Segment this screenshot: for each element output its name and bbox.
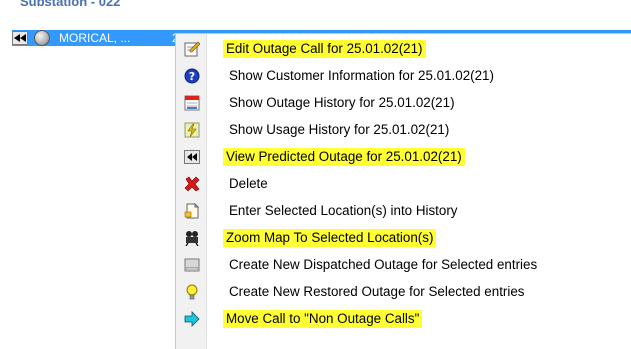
menu-item-label: Show Outage History for 25.01.02(21) bbox=[229, 95, 455, 110]
menu-item-edit-outage-call[interactable]: Edit Outage Call for 25.01.02(21) bbox=[176, 37, 631, 61]
menu-item-show-outage-history[interactable]: Show Outage History for 25.01.02(21) bbox=[176, 91, 631, 115]
menu-item-label: Show Usage History for 25.01.02(21) bbox=[229, 122, 450, 137]
menu-item-label: Edit Outage Call for 25.01.02(21) bbox=[223, 40, 426, 58]
rewind-icon[interactable] bbox=[12, 31, 28, 45]
menu-item-create-dispatched-outage[interactable]: Create New Dispatched Outage for Selecte… bbox=[176, 253, 631, 277]
menu-item-label: Create New Restored Outage for Selected … bbox=[229, 284, 525, 299]
context-menu: Edit Outage Call for 25.01.02(21) ? Show… bbox=[175, 33, 631, 349]
delete-x-icon bbox=[184, 176, 200, 192]
menu-item-create-restored-outage[interactable]: Create New Restored Outage for Selected … bbox=[176, 280, 631, 304]
menu-item-delete[interactable]: Delete bbox=[176, 172, 631, 196]
arrow-right-icon bbox=[184, 311, 200, 327]
menu-item-zoom-map[interactable]: Zoom Map To Selected Location(s) bbox=[176, 226, 631, 250]
document-icon bbox=[184, 202, 200, 219]
menu-item-label: Delete bbox=[229, 176, 268, 191]
menu-item-label: Enter Selected Location(s) into History bbox=[229, 203, 458, 218]
menu-item-show-customer-information[interactable]: ? Show Customer Information for 25.01.02… bbox=[176, 64, 631, 88]
rewind-icon bbox=[184, 149, 200, 165]
page: Substation - 022 MORICAL, ... 25.01.02(2… bbox=[0, 0, 631, 349]
lightbulb-icon bbox=[184, 284, 200, 300]
substation-label: Substation - 022 bbox=[20, 0, 121, 9]
menu-item-move-call-non-outage[interactable]: Move Call to "Non Outage Calls" bbox=[176, 307, 631, 331]
menu-item-view-predicted-outage[interactable]: View Predicted Outage for 25.01.02(21) bbox=[176, 145, 631, 169]
calendar-icon bbox=[184, 95, 200, 111]
customer-name-cell: MORICAL, ... bbox=[59, 31, 131, 45]
help-icon: ? bbox=[184, 68, 200, 84]
menu-item-label: View Predicted Outage for 25.01.02(21) bbox=[223, 148, 465, 166]
menu-item-label: Move Call to "Non Outage Calls" bbox=[223, 310, 423, 328]
edit-icon bbox=[184, 41, 201, 57]
lightning-icon bbox=[184, 122, 200, 138]
projector-icon bbox=[184, 230, 200, 247]
menu-item-show-usage-history[interactable]: Show Usage History for 25.01.02(21) bbox=[176, 118, 631, 142]
dispatch-icon bbox=[184, 257, 200, 273]
status-circle-icon bbox=[34, 30, 50, 46]
menu-item-label: Show Customer Information for 25.01.02(2… bbox=[229, 68, 494, 83]
menu-item-label: Zoom Map To Selected Location(s) bbox=[223, 229, 437, 247]
menu-item-enter-location-into-history[interactable]: Enter Selected Location(s) into History bbox=[176, 199, 631, 223]
svg-text:?: ? bbox=[189, 70, 195, 83]
menu-item-label: Create New Dispatched Outage for Selecte… bbox=[229, 257, 538, 272]
